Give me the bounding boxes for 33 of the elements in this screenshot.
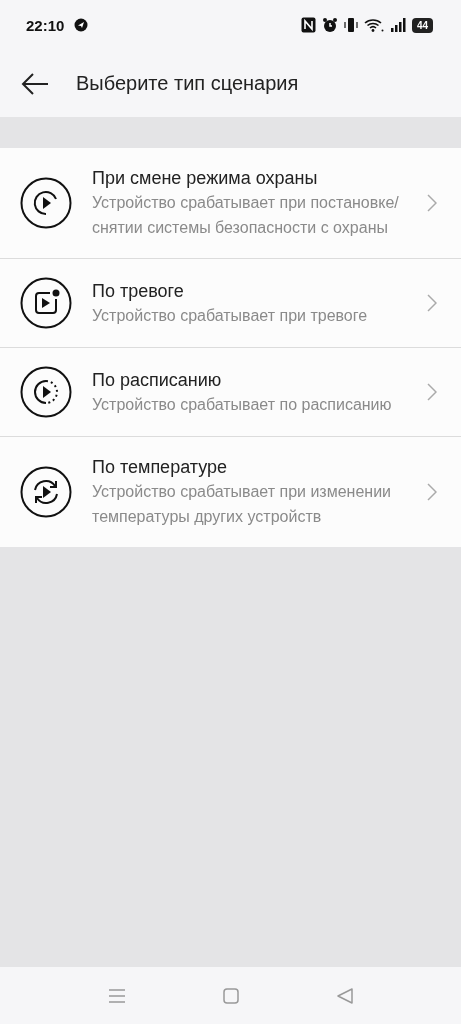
scenario-description: Устройство срабатывает при тревоге bbox=[92, 305, 369, 326]
timer-play-icon bbox=[20, 366, 72, 418]
chevron-right-icon bbox=[427, 194, 437, 212]
home-icon[interactable] bbox=[222, 987, 239, 1004]
navigation-icon bbox=[74, 18, 89, 32]
scenario-item[interactable]: По расписанию Устройство срабатывает по расписанию bbox=[0, 348, 461, 437]
chevron-right-icon bbox=[427, 483, 437, 501]
chevron-right-icon bbox=[427, 294, 437, 312]
scenario-title: При смене режима охраны bbox=[92, 167, 319, 190]
signal-icon bbox=[389, 17, 406, 33]
scenario-title: По тревоге bbox=[92, 279, 185, 303]
scenario-description: Устройство срабатывает при постановке/снятии системы безопасности с охраны bbox=[92, 193, 400, 238]
chevron-right-icon bbox=[427, 383, 437, 401]
vibrate-icon bbox=[343, 17, 358, 33]
scenario-description: Устройство срабатывает при изменении температуры других устройств bbox=[92, 482, 393, 527]
replay-play-icon bbox=[20, 177, 72, 229]
status-time: 22:10 bbox=[26, 16, 65, 34]
scenario-title: По температуре bbox=[92, 456, 229, 479]
scenario-item[interactable]: При смене режима охраны Устройство срабатывает при постановке/снятии системы безопасности с охраны bbox=[0, 148, 461, 259]
scenario-description: Устройство срабатывает по расписанию bbox=[92, 394, 393, 415]
page-title: Выберите тип сценария bbox=[76, 72, 299, 95]
menu-icon[interactable] bbox=[108, 988, 125, 1003]
scenario-title: По расписанию bbox=[92, 368, 223, 392]
nfc-icon bbox=[300, 17, 316, 33]
refresh-play-icon bbox=[20, 466, 72, 518]
back-nav-icon[interactable] bbox=[336, 987, 353, 1004]
scenario-item[interactable]: По тревоге Устройство срабатывает при тревоге bbox=[0, 259, 461, 348]
back-icon[interactable] bbox=[20, 71, 50, 96]
battery-level: 44 bbox=[411, 17, 433, 33]
wifi-icon bbox=[363, 17, 384, 33]
scenario-item[interactable]: По температуре Устройство срабатывает при изменении температуры других устройств bbox=[0, 437, 461, 547]
notification-play-icon bbox=[20, 277, 72, 329]
alarm-icon bbox=[321, 17, 338, 33]
